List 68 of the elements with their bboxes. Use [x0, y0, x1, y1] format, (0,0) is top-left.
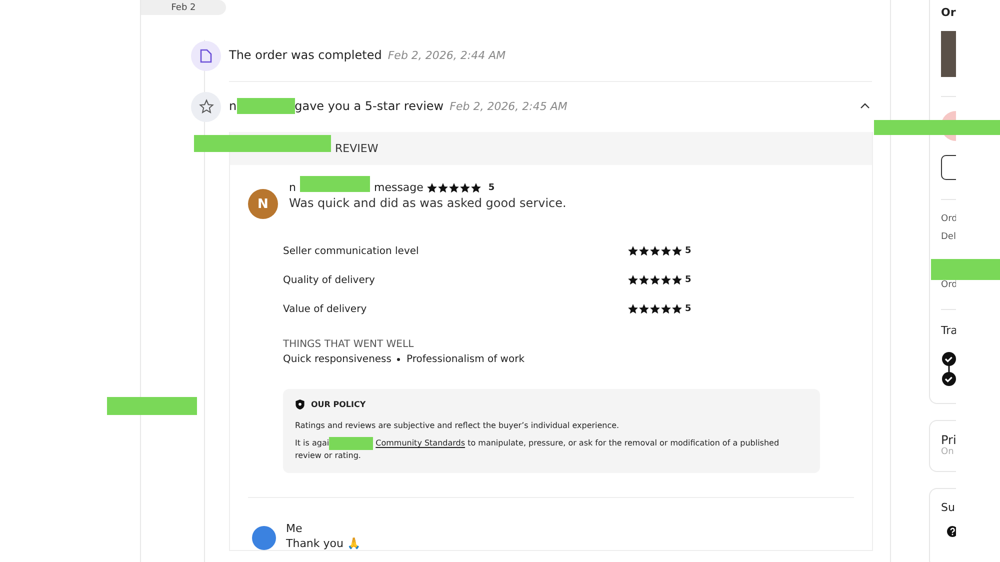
section-title: THINGS THAT WENT WELL — [283, 339, 415, 350]
rating-label: Value of delivery — [283, 304, 368, 314]
redaction-bar — [300, 176, 370, 192]
event-text: gave you a 5-star review — [294, 99, 444, 113]
rating-score: 5 — [685, 304, 692, 314]
bullet-dot — [397, 358, 400, 361]
community-standards-link[interactable]: Community Standards — [376, 439, 466, 448]
star-icon — [650, 246, 660, 256]
policy-text: to manipulate, pressure, or ask for the removal or modification of a published — [468, 439, 780, 448]
star-icon — [471, 182, 482, 192]
star-icon — [427, 182, 438, 192]
event-time: Feb 2, 2026, 2:45 AM — [450, 100, 568, 112]
star-icon — [449, 182, 460, 192]
star-icon — [661, 304, 671, 314]
redaction-bar — [236, 98, 295, 114]
star-icon — [661, 246, 671, 256]
policy-text: review or rating. — [295, 451, 361, 460]
card-title: Tra — [941, 324, 956, 337]
star-icon — [438, 182, 448, 192]
rating-score: 5 — [685, 246, 692, 256]
star-icon — [460, 182, 470, 192]
star-icon — [628, 246, 638, 256]
redaction-bar — [329, 437, 374, 450]
rating-label: Seller communication level — [283, 246, 420, 256]
date-pill: Feb 2 — [141, 0, 226, 15]
reviewer-message-label: message — [374, 181, 424, 194]
review-header: REVIEW — [335, 142, 378, 155]
help-icon — [947, 526, 956, 537]
shield-icon — [295, 399, 305, 410]
rating-score: 5 — [685, 275, 692, 285]
star-icon — [661, 275, 671, 285]
star-icon — [650, 304, 660, 314]
star-icon — [628, 304, 638, 314]
rating-score: 5 — [488, 182, 495, 192]
reply-author: Me — [286, 522, 304, 535]
photo-placeholder — [941, 31, 956, 77]
reviewer-name: n — [289, 181, 296, 194]
card-subtitle: On — [941, 447, 955, 457]
document-icon — [200, 48, 212, 62]
policy-title: OUR POLICY — [311, 400, 366, 409]
reply-text: Thank you 🙏 — [286, 536, 361, 550]
event-time: Feb 2, 2026, 2:44 AM — [388, 48, 506, 62]
card-title: Su — [941, 501, 956, 514]
star-icon — [672, 246, 682, 256]
card-title: Or — [941, 6, 956, 19]
event-text: The order was completed — [229, 48, 382, 62]
praise-item: Quick responsiveness — [283, 354, 392, 365]
avatar — [252, 526, 276, 550]
star-icon — [639, 246, 649, 256]
star-icon — [628, 275, 638, 285]
card-title: Pri — [941, 433, 956, 447]
star-icon — [639, 275, 649, 285]
detail-label: Del — [941, 232, 956, 242]
policy-text: It is agai — [295, 439, 330, 448]
rating-label: Quality of delivery — [283, 274, 376, 286]
event-text: n — [229, 99, 237, 113]
caret-icon — [860, 103, 870, 109]
redaction-bar — [931, 259, 1000, 280]
star-icon — [672, 275, 682, 285]
star-icon — [639, 304, 649, 314]
policy-text: Ratings and reviews are subjective and reflect the buyer’s individual experience. — [295, 420, 620, 432]
avatar: N — [248, 189, 278, 219]
star-icon — [198, 99, 214, 114]
praise-item: Professionalism of work — [406, 354, 525, 365]
star-icon — [650, 275, 660, 285]
progress-steps-icon — [941, 351, 956, 387]
star-icon — [672, 304, 682, 314]
review-comment: Was quick and did as was asked good service. — [289, 196, 566, 210]
